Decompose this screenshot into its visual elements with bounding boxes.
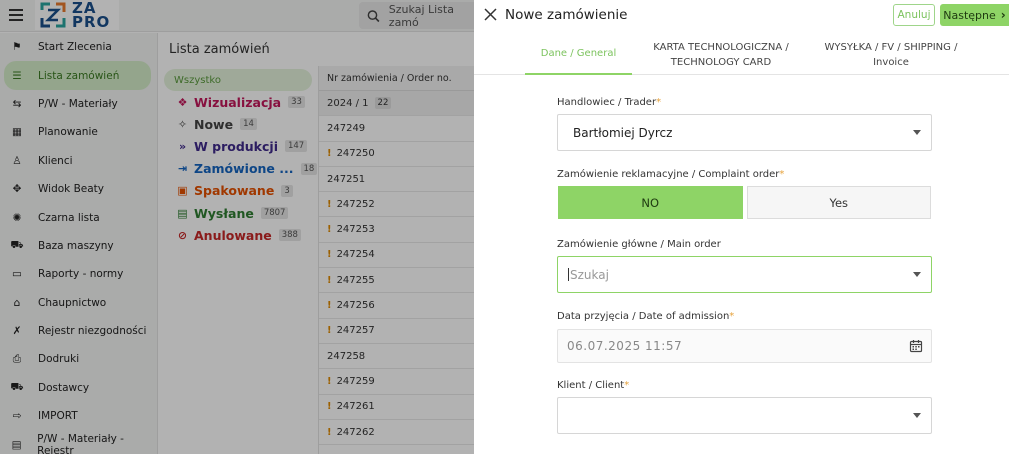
chevron-right-icon: › — [1000, 8, 1006, 22]
tab-technology-card[interactable]: KARTA TECHNOLOGICZNA / TECHNOLOGY CARD — [646, 34, 796, 75]
caret-down-icon — [913, 130, 921, 135]
trader-label: Handlowiec / Trader* — [557, 97, 662, 108]
complaint-no-button[interactable]: NO — [558, 186, 743, 219]
cancel-button[interactable]: Anuluj — [893, 4, 935, 26]
date-label: Data przyjęcia / Date of admission* — [557, 311, 735, 322]
date-of-admission-input[interactable]: 06.07.2025 11:57 — [557, 329, 932, 363]
text-cursor — [568, 268, 569, 281]
main-order-label: Zamówienie główne / Main order — [557, 239, 721, 250]
client-label: Klient / Client* — [557, 380, 630, 391]
client-select[interactable] — [557, 397, 932, 434]
date-value: 06.07.2025 11:57 — [567, 339, 683, 353]
required-marker: * — [729, 311, 735, 322]
complaint-toggle: NO Yes — [558, 186, 931, 219]
main-order-placeholder: Szukaj — [570, 267, 609, 282]
complaint-label: Zamówienie reklamacyjne / Complaint orde… — [557, 169, 785, 180]
caret-down-icon — [913, 272, 921, 277]
tab-technology-card-line1: KARTA TECHNOLOGICZNA / — [653, 41, 789, 53]
tab-shipping[interactable]: WYSYŁKA / FV / SHIPPING / Invoice — [806, 34, 976, 75]
calendar-icon[interactable] — [909, 339, 923, 353]
next-button[interactable]: Następne › — [940, 4, 1009, 26]
new-order-drawer: Nowe zamówienie Anuluj Następne › Dane /… — [474, 0, 1009, 454]
caret-down-icon — [913, 413, 921, 418]
trader-value: Bartłomiej Dyrcz — [573, 125, 673, 140]
complaint-yes-button[interactable]: Yes — [746, 186, 931, 219]
required-marker: * — [656, 97, 662, 108]
order-form: Handlowiec / Trader* Bartłomiej Dyrcz Za… — [474, 75, 1009, 454]
close-icon[interactable] — [484, 8, 497, 21]
tab-technology-card-line2: TECHNOLOGY CARD — [670, 56, 772, 68]
required-marker: * — [779, 169, 785, 180]
drawer-header: Nowe zamówienie Anuluj Następne › — [474, 0, 1009, 30]
next-button-label: Następne — [943, 8, 996, 22]
drawer-title: Nowe zamówienie — [505, 7, 628, 23]
main-order-search-select[interactable]: Szukaj — [557, 256, 932, 293]
drawer-tabs: Dane / General KARTA TECHNOLOGICZNA / TEC… — [474, 34, 1009, 75]
trader-select[interactable]: Bartłomiej Dyrcz — [557, 114, 932, 151]
tab-general[interactable]: Dane / General — [525, 34, 632, 75]
required-marker: * — [624, 380, 630, 391]
